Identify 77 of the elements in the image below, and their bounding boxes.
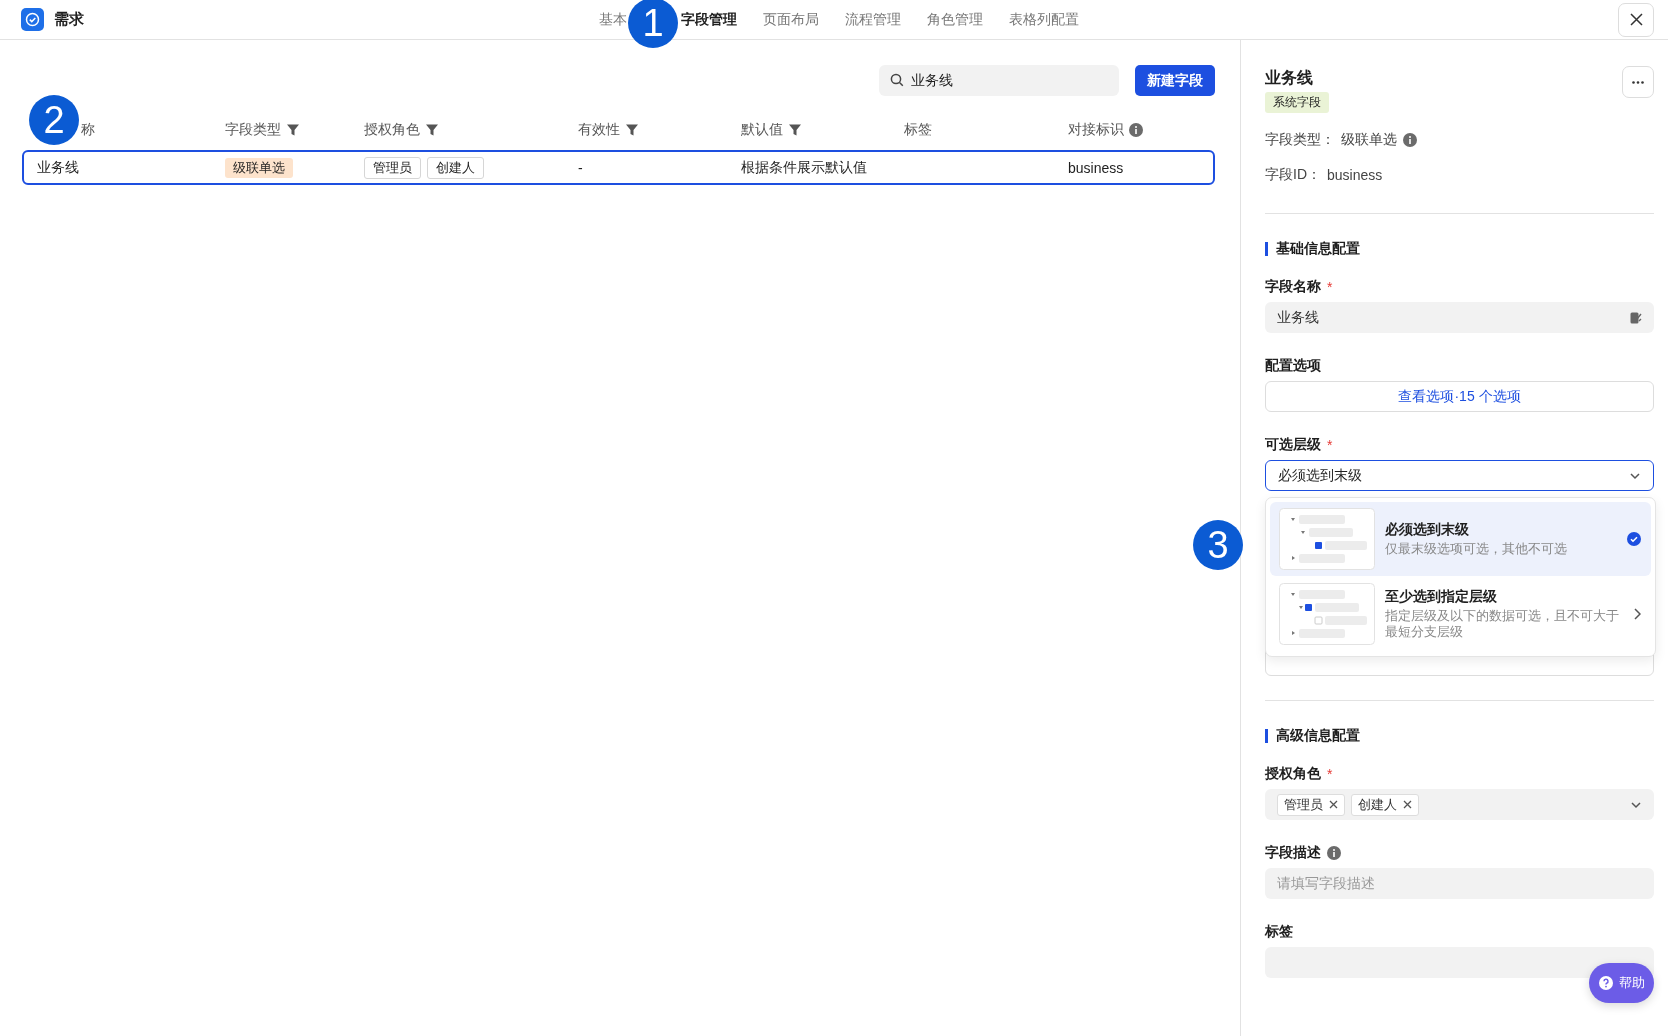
- filter-icon[interactable]: [788, 123, 802, 137]
- field-label: 配置选项: [1265, 357, 1321, 375]
- field-type-label: 字段类型：: [1265, 131, 1335, 149]
- filter-icon[interactable]: [425, 123, 439, 137]
- dropdown-option[interactable]: 必须选到末级 仅最末级选项可选，其他不可选: [1270, 502, 1651, 576]
- annotation-marker: 1: [628, 0, 678, 48]
- required-mark: *: [1327, 766, 1333, 782]
- search-icon: [890, 73, 904, 87]
- close-button[interactable]: [1618, 2, 1654, 37]
- chevron-right-icon: [1633, 608, 1641, 620]
- tab[interactable]: 基本: [599, 10, 627, 29]
- new-field-button[interactable]: 新建字段: [1135, 65, 1215, 96]
- help-button[interactable]: 帮助: [1589, 963, 1654, 1003]
- tab[interactable]: 页面布局: [763, 10, 819, 29]
- tab[interactable]: 角色管理: [927, 10, 983, 29]
- remove-icon[interactable]: [1329, 800, 1338, 809]
- column-header: 对接标识: [1068, 121, 1124, 139]
- role-tag: 创建人: [1351, 793, 1419, 816]
- view-options-button[interactable]: 查看选项·15 个选项: [1265, 381, 1654, 412]
- option-description: 仅最末级选项可选，其他不可选: [1385, 541, 1568, 557]
- app-logo-icon: [21, 8, 44, 31]
- table-row[interactable]: 业务线 级联单选 管理员 创建人 - 根据条件展示默认值 business: [22, 150, 1215, 185]
- roles-select[interactable]: 管理员 创建人: [1265, 789, 1654, 820]
- role-tag: 管理员: [364, 156, 421, 179]
- field-label: 字段名称: [1265, 278, 1321, 296]
- filter-icon[interactable]: [286, 123, 300, 137]
- table-cell-text: -: [578, 159, 584, 176]
- field-label: 授权角色: [1265, 765, 1321, 783]
- field-name-input[interactable]: 业务线: [1265, 302, 1654, 333]
- column-header: 标签: [904, 121, 932, 139]
- tab[interactable]: 字段管理: [681, 10, 737, 29]
- option-description: 指定层级及以下的数据可选，且不可大于最短分支层级: [1385, 608, 1620, 640]
- check-icon: [1627, 532, 1641, 546]
- annotation-marker: 3: [1193, 520, 1243, 570]
- system-field-badge: 系统字段: [1265, 92, 1329, 113]
- info-icon: [1129, 123, 1143, 137]
- field-title: 业务线: [1265, 68, 1314, 88]
- column-header: 默认值: [741, 121, 783, 139]
- info-icon: [1403, 133, 1417, 147]
- required-mark: *: [1327, 437, 1333, 453]
- more-icon: [1632, 80, 1644, 84]
- level-select[interactable]: 必须选到末级: [1265, 460, 1654, 491]
- table-cell-text: business: [1068, 159, 1125, 176]
- section-marker: [1265, 242, 1268, 256]
- column-header: 称: [81, 121, 95, 139]
- remove-icon[interactable]: [1403, 800, 1412, 809]
- table-cell-text: 根据条件展示默认值: [741, 158, 868, 177]
- option-title: 至少选到指定层级: [1385, 588, 1498, 606]
- field-label: 可选层级: [1265, 436, 1321, 454]
- filter-icon[interactable]: [625, 123, 639, 137]
- column-header: 授权角色: [364, 121, 420, 139]
- table-cell-text: 业务线: [37, 158, 80, 177]
- field-type-value: 级联单选: [1341, 131, 1397, 149]
- dropdown-option[interactable]: 至少选到指定层级 指定层级及以下的数据可选，且不可大于最短分支层级: [1270, 576, 1651, 652]
- field-id-value: business: [1327, 167, 1383, 183]
- column-header: 有效性: [578, 121, 620, 139]
- column-header: 字段类型: [225, 121, 281, 139]
- section-title: 高级信息配置: [1276, 727, 1360, 745]
- search-field[interactable]: 业务线: [879, 65, 1119, 96]
- required-mark: *: [1327, 279, 1333, 295]
- info-icon: [1327, 846, 1341, 860]
- section-marker: [1265, 729, 1268, 743]
- help-icon: [1598, 976, 1613, 990]
- role-tag: 管理员: [1277, 793, 1345, 816]
- annotation-marker: 2: [29, 95, 79, 145]
- tab[interactable]: 流程管理: [845, 10, 901, 29]
- role-tag: 创建人: [427, 156, 484, 179]
- close-icon: [1629, 13, 1643, 26]
- tab[interactable]: 表格列配置: [1009, 10, 1079, 29]
- field-label: 标签: [1265, 923, 1293, 941]
- option-title: 必须选到末级: [1385, 521, 1470, 539]
- app-title: 需求: [54, 10, 84, 29]
- field-label: 字段描述: [1265, 844, 1321, 862]
- section-title: 基础信息配置: [1276, 240, 1360, 258]
- type-tag: 级联单选: [225, 157, 293, 178]
- field-id-label: 字段ID：: [1265, 166, 1321, 184]
- tags-select[interactable]: [1265, 947, 1654, 978]
